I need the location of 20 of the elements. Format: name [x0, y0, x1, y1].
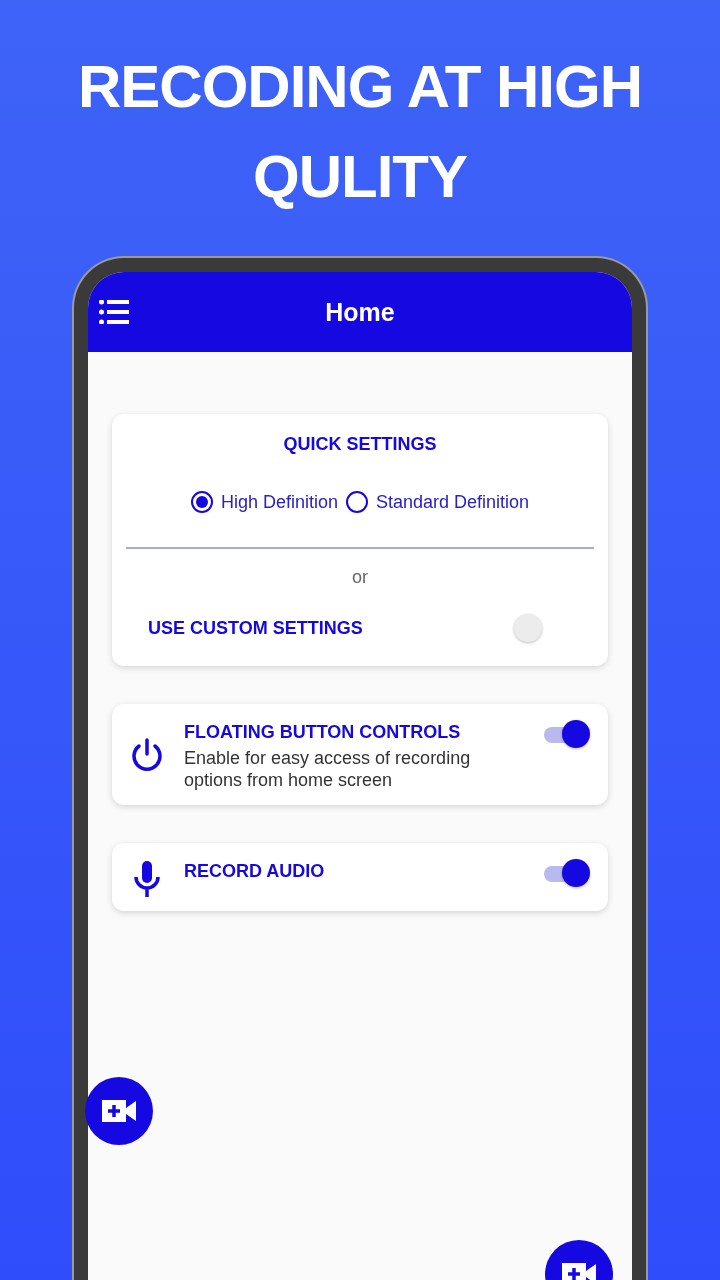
separator-text: or — [351, 567, 369, 588]
setting-title: RECORD AUDIO — [184, 861, 326, 882]
setting-description: Enable for easy access of recording options from home screen — [184, 747, 472, 791]
menu-button[interactable] — [98, 298, 130, 326]
headline: RECODING AT HIGH QULITY — [77, 52, 643, 212]
setting-label: USE CUSTOM SETTINGS — [148, 617, 363, 639]
microphone-icon — [133, 861, 161, 897]
video-plus-icon — [102, 1100, 136, 1122]
radio-button[interactable] — [190, 491, 213, 513]
radio-label: High Definition — [220, 491, 338, 513]
radio-label: Standard Definition — [375, 491, 530, 513]
power-icon — [130, 738, 164, 774]
radio-button[interactable] — [345, 491, 368, 513]
card-title: QUICK SETTINGS — [282, 433, 438, 455]
toggle-switch[interactable] — [542, 861, 590, 885]
app-bar-title: Home — [325, 297, 395, 327]
toggle-switch[interactable] — [542, 722, 590, 746]
setting-title: FLOATING BUTTON CONTROLS — [184, 722, 462, 743]
menu-icon — [99, 300, 129, 324]
video-plus-icon — [562, 1263, 596, 1280]
